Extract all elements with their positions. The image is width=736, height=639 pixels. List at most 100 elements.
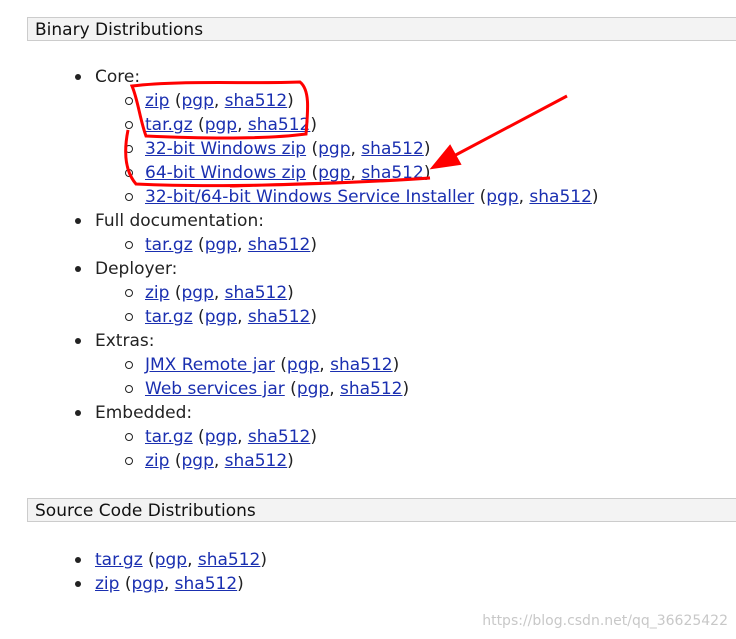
group-label: Embedded: bbox=[95, 403, 193, 423]
pgp-link[interactable]: pgp bbox=[318, 139, 350, 159]
download-item: zip (pgp, sha512) bbox=[95, 89, 599, 113]
pgp-link[interactable]: pgp bbox=[287, 355, 319, 375]
distribution-group: Deployer: zip (pgp, sha512) tar.gz (pgp, s… bbox=[0, 257, 599, 329]
sha512-link[interactable]: sha512 bbox=[529, 187, 592, 207]
paren-open: ( bbox=[119, 574, 132, 594]
separator: , bbox=[350, 163, 362, 183]
separator: , bbox=[213, 451, 225, 471]
pgp-link[interactable]: pgp bbox=[155, 550, 187, 570]
group-label: Core: bbox=[95, 67, 141, 87]
sha512-link[interactable]: sha512 bbox=[248, 427, 311, 447]
download-item: 32-bit Windows zip (pgp, sha512) bbox=[95, 137, 599, 161]
separator: , bbox=[329, 379, 340, 399]
paren-close: ) bbox=[287, 451, 294, 471]
pgp-link[interactable]: pgp bbox=[181, 283, 213, 303]
sha512-link[interactable]: sha512 bbox=[361, 163, 424, 183]
download-link[interactable]: 64-bit Windows zip bbox=[145, 163, 306, 183]
download-link[interactable]: Web services jar bbox=[145, 379, 285, 399]
separator: , bbox=[518, 187, 530, 207]
paren-close: ) bbox=[310, 427, 318, 447]
source-distributions-list: tar.gz (pgp, sha512) zip (pgp, sha512) bbox=[0, 548, 267, 596]
separator: , bbox=[350, 139, 362, 159]
distribution-group: Core: zip (pgp, sha512) tar.gz (pgp, sha51… bbox=[0, 65, 599, 209]
paren-open: ( bbox=[192, 115, 205, 135]
paren-open: ( bbox=[284, 379, 297, 399]
download-item: JMX Remote jar (pgp, sha512) bbox=[95, 353, 599, 377]
sha512-link[interactable]: sha512 bbox=[361, 139, 424, 159]
download-link[interactable]: 32-bit/64-bit Windows Service Installer bbox=[145, 187, 474, 207]
separator: , bbox=[237, 307, 248, 327]
download-item: 64-bit Windows zip (pgp, sha512) bbox=[95, 161, 599, 185]
sha512-link[interactable]: sha512 bbox=[340, 379, 403, 399]
paren-close: ) bbox=[423, 163, 431, 183]
paren-open: ( bbox=[306, 163, 319, 183]
group-items: JMX Remote jar (pgp, sha512) Web services… bbox=[95, 353, 599, 401]
download-link[interactable]: tar.gz bbox=[95, 550, 143, 570]
paren-close: ) bbox=[310, 115, 318, 135]
download-item: tar.gz (pgp, sha512) bbox=[0, 548, 267, 572]
sha512-link[interactable]: sha512 bbox=[225, 451, 288, 471]
download-link[interactable]: tar.gz bbox=[145, 307, 193, 327]
pgp-link[interactable]: pgp bbox=[205, 235, 237, 255]
group-items: zip (pgp, sha512) tar.gz (pgp, sha512) bbox=[95, 281, 599, 329]
download-link[interactable]: tar.gz bbox=[145, 115, 193, 135]
download-link[interactable]: zip bbox=[95, 574, 119, 594]
sha512-link[interactable]: sha512 bbox=[330, 355, 393, 375]
paren-open: ( bbox=[169, 283, 182, 303]
sha512-link[interactable]: sha512 bbox=[198, 550, 261, 570]
download-item: Web services jar (pgp, sha512) bbox=[95, 377, 599, 401]
download-item: zip (pgp, sha512) bbox=[95, 281, 599, 305]
paren-close: ) bbox=[260, 550, 268, 570]
download-item: tar.gz (pgp, sha512) bbox=[95, 113, 599, 137]
pgp-link[interactable]: pgp bbox=[318, 163, 350, 183]
group-label: Extras: bbox=[95, 331, 155, 351]
download-item: zip (pgp, sha512) bbox=[0, 572, 267, 596]
download-link[interactable]: zip bbox=[145, 283, 169, 303]
sha512-link[interactable]: sha512 bbox=[225, 283, 288, 303]
paren-open: ( bbox=[169, 91, 182, 111]
sha512-link[interactable]: sha512 bbox=[175, 574, 238, 594]
group-items: tar.gz (pgp, sha512) zip (pgp, sha512) bbox=[95, 425, 599, 473]
download-link[interactable]: zip bbox=[145, 91, 169, 111]
paren-close: ) bbox=[591, 187, 599, 207]
sha512-link[interactable]: sha512 bbox=[248, 115, 311, 135]
pgp-link[interactable]: pgp bbox=[486, 187, 518, 207]
paren-open: ( bbox=[142, 550, 155, 570]
pgp-link[interactable]: pgp bbox=[181, 91, 213, 111]
watermark: https://blog.csdn.net/qq_36625422 bbox=[482, 613, 728, 629]
separator: , bbox=[237, 235, 248, 255]
paren-open: ( bbox=[306, 139, 319, 159]
separator: , bbox=[213, 91, 225, 111]
download-link[interactable]: 32-bit Windows zip bbox=[145, 139, 306, 159]
group-label: Deployer: bbox=[95, 259, 178, 279]
pgp-link[interactable]: pgp bbox=[205, 307, 237, 327]
download-link[interactable]: JMX Remote jar bbox=[145, 355, 275, 375]
group-items: zip (pgp, sha512) tar.gz (pgp, sha512) 32-… bbox=[95, 89, 599, 209]
paren-open: ( bbox=[274, 355, 287, 375]
separator: , bbox=[187, 550, 198, 570]
sha512-link[interactable]: sha512 bbox=[248, 235, 311, 255]
paren-close: ) bbox=[310, 235, 318, 255]
paren-close: ) bbox=[402, 379, 410, 399]
download-link[interactable]: zip bbox=[145, 451, 169, 471]
pgp-link[interactable]: pgp bbox=[131, 574, 163, 594]
pgp-link[interactable]: pgp bbox=[205, 115, 237, 135]
download-link[interactable]: tar.gz bbox=[145, 235, 193, 255]
separator: , bbox=[319, 355, 331, 375]
paren-open: ( bbox=[192, 235, 205, 255]
pgp-link[interactable]: pgp bbox=[205, 427, 237, 447]
pgp-link[interactable]: pgp bbox=[297, 379, 329, 399]
paren-close: ) bbox=[423, 139, 431, 159]
paren-open: ( bbox=[192, 427, 205, 447]
download-item: 32-bit/64-bit Windows Service Installer … bbox=[95, 185, 599, 209]
distribution-group: Embedded: tar.gz (pgp, sha512) zip (pgp, s… bbox=[0, 401, 599, 473]
binary-distributions-list: Core: zip (pgp, sha512) tar.gz (pgp, sha51… bbox=[0, 65, 599, 473]
paren-open: ( bbox=[192, 307, 205, 327]
pgp-link[interactable]: pgp bbox=[181, 451, 213, 471]
source-distributions-header: Source Code Distributions bbox=[27, 498, 736, 522]
sha512-link[interactable]: sha512 bbox=[248, 307, 311, 327]
distribution-group: Extras: JMX Remote jar (pgp, sha512) Web s… bbox=[0, 329, 599, 401]
download-link[interactable]: tar.gz bbox=[145, 427, 193, 447]
sha512-link[interactable]: sha512 bbox=[225, 91, 288, 111]
separator: , bbox=[237, 115, 248, 135]
